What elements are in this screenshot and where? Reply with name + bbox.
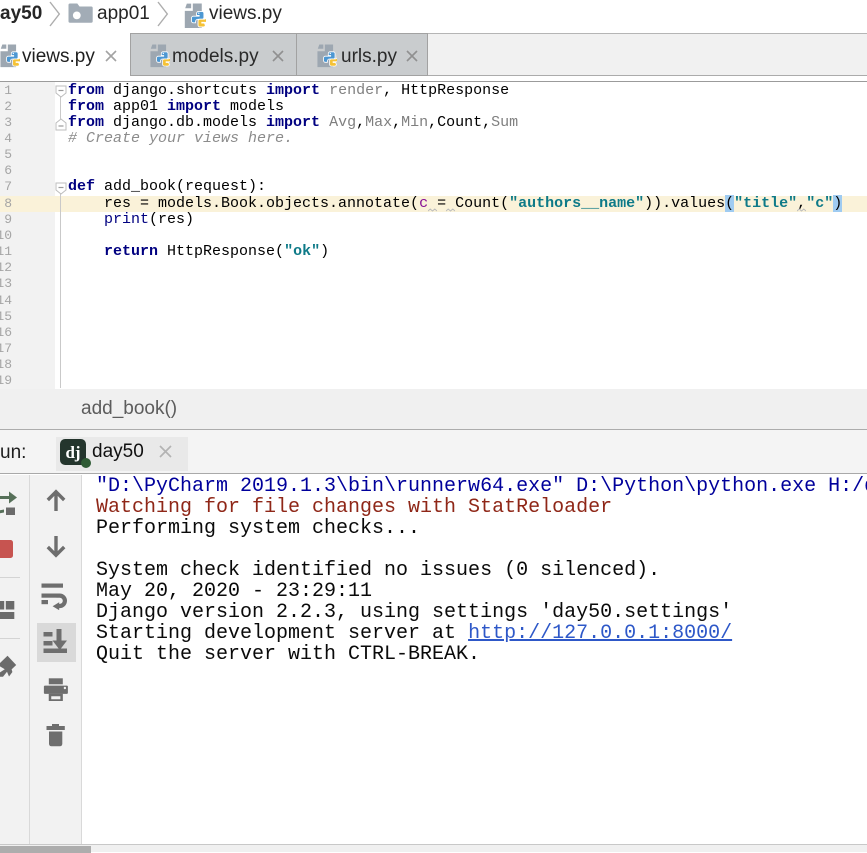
svg-text:dj: dj: [65, 443, 80, 462]
